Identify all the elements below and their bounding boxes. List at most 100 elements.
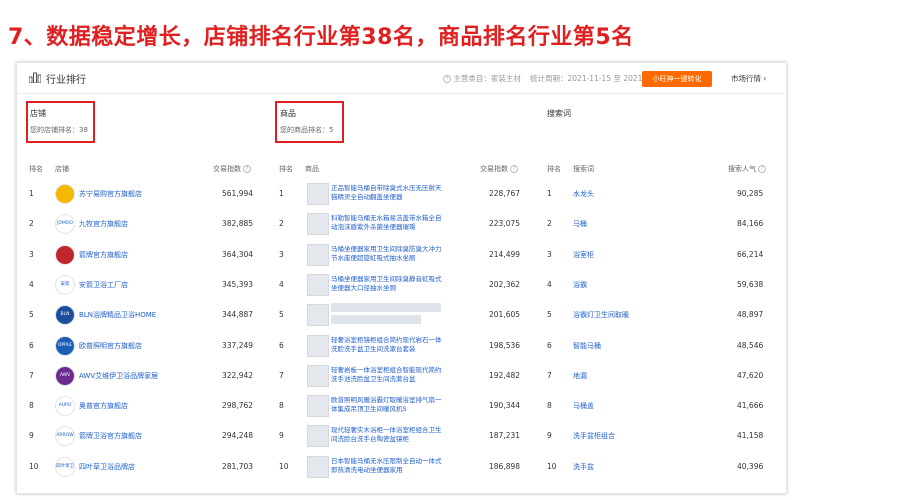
keyword-link[interactable]: 马桶 (573, 219, 587, 229)
search-rank: 4 (547, 279, 552, 289)
store-logo: BLN (55, 305, 75, 326)
store-name-link[interactable]: 欧普照明官方旗舰店 (79, 341, 142, 351)
search-rank: 5 (547, 310, 552, 320)
keyword-link[interactable]: 地漏 (573, 371, 587, 381)
keyword-link[interactable]: 水龙头 (573, 189, 594, 199)
keyword-link[interactable]: 浴霸灯卫生间取暖 (573, 310, 629, 320)
headline: 7、数据稳定增长，店铺排名行业第38名，商品排名行业第5名 (8, 25, 634, 50)
store-logo: OPPLE (55, 335, 75, 356)
store-trade-index: 561,994 (222, 189, 254, 198)
product-rank: 5 (279, 310, 284, 320)
store-rank-text: 您的店铺排名：38 (30, 126, 88, 134)
store-rank: 9 (29, 431, 34, 441)
product-name-link[interactable]: 正品智能马桶自带除臭式水压无压射天猫精灵全自动翻盖坐便器 (331, 184, 443, 202)
keyword-link[interactable]: 浴室柜 (573, 250, 594, 260)
panel-header: 行业排行 ? 主营类目：家装主材 统计周期：2021-11-15 至 2021-… (17, 63, 786, 94)
store-name-link[interactable]: 四叶草卫浴品牌店 (79, 462, 135, 472)
product-name-link[interactable]: 轻奢浴室柜镜柜组合简约现代岩石一体洗脸洗手盆卫生间洗漱台套装 (331, 336, 443, 354)
store-rank: 7 (29, 370, 34, 380)
bar-chart-icon (29, 72, 41, 83)
product-name-redacted (331, 315, 421, 325)
search-popularity: 48,546 (737, 340, 764, 350)
product-rank: 7 (279, 370, 284, 380)
product-trade-index: 187,231 (489, 431, 521, 441)
product-trade-index: 186,898 (489, 461, 521, 471)
store-name-link[interactable]: AWV艾维伊卫浴品牌家居 (79, 371, 158, 381)
store-trade-index: 298,762 (222, 401, 254, 411)
search-popularity: 41,666 (737, 401, 764, 411)
product-thumbnail[interactable] (307, 183, 329, 205)
search-popularity: 66,214 (737, 249, 764, 259)
keyword-link[interactable]: 智能马桶 (573, 341, 601, 351)
store-logo (55, 184, 75, 204)
store-name-link[interactable]: 苏宁易购官方旗舰店 (79, 189, 142, 199)
store-logo: AUPU (55, 396, 75, 417)
product-thumbnail[interactable] (307, 273, 329, 296)
store-trade-index: 344,887 (222, 310, 254, 320)
store-name-link[interactable]: 九牧官方旗舰店 (79, 219, 128, 229)
store-rank: 1 (29, 189, 34, 198)
store-name-link[interactable]: 奥普官方旗舰店 (79, 401, 128, 411)
store-trade-index: 345,393 (222, 279, 254, 289)
product-rank: 2 (279, 219, 284, 229)
product-thumbnail[interactable] (307, 395, 329, 418)
store-logo: ARROW (55, 426, 75, 447)
store-rank-header: 排名 (29, 165, 43, 173)
store-rank: 8 (29, 401, 34, 411)
table-row: 10 四叶草卫浴四叶草卫浴品牌店 281,703 10 日本智能马桶无水压限制全自动一体… (17, 451, 786, 481)
keyword-link[interactable]: 洗手盆 (573, 462, 594, 472)
store-trade-index: 294,248 (222, 431, 254, 441)
table-row: 1 苏宁易购官方旗舰店 561,994 1 正品智能马桶自带除臭式水压无压射天猫精灵全自… (17, 178, 786, 208)
product-rank-text: 您的商品排名：5 (280, 126, 334, 134)
store-name-link[interactable]: 安箭卫浴工厂店 (79, 280, 128, 290)
product-name-link[interactable]: 现代轻奢实木浴柜一体浴室柜组合卫生间洗脸台洗手台陶瓷盆镜柜 (331, 426, 443, 444)
table-row: 9 ARROW 箭牌卫浴官方旗舰店 294,248 9 现代轻奢实木浴柜一体浴室柜组合卫生… (17, 420, 786, 450)
product-name-link[interactable]: 马桶坐便器家用卫生间除臭防臭大冲力节水座便超旋虹吸式抽水坐厕 (331, 245, 443, 263)
search-rank: 6 (547, 340, 552, 350)
product-name-link[interactable]: 马桶坐便器家用卫生间除臭静音虹吸式坐便器大口径抽水坐厕 (331, 275, 443, 293)
store-name-link[interactable]: 箭牌官方旗舰店 (79, 250, 128, 260)
search-popularity: 48,897 (737, 310, 764, 320)
store-index-header[interactable]: 交易指数? (213, 164, 251, 174)
search-section-title: 搜索词 (547, 109, 571, 118)
table-row: 8 AUPU 奥普官方旗舰店 298,762 8 欧普照明风暖浴霸灯取暖浴室排气扇一体集成… (17, 390, 786, 420)
one-click-convert-button[interactable]: 小旺神一键转化 (642, 71, 712, 87)
product-name-link[interactable]: 日本智能马桶无水压限制全自动一体式即热清洗电动坐便器家用 (331, 457, 443, 475)
product-thumbnail[interactable] (307, 425, 329, 448)
product-rank: 9 (279, 431, 284, 441)
table-row: 4 安箭 安箭卫浴工厂店 345,393 4 马桶坐便器家用卫生间除臭静音虹吸式坐便器大口… (17, 269, 786, 299)
keyword-link[interactable]: 浴霸 (573, 280, 587, 290)
store-logo: 四叶草卫浴 (55, 456, 75, 477)
product-thumbnail[interactable] (307, 455, 329, 478)
product-rank: 3 (279, 249, 284, 259)
store-rank: 3 (29, 249, 34, 259)
search-rank: 1 (547, 189, 552, 198)
product-thumbnail[interactable] (307, 304, 329, 327)
product-name-link[interactable]: 轻奢岩板一体浴室柜组合智能现代简约洗手池洗脸盆卫生间洗漱台盆 (331, 366, 443, 384)
product-index-header[interactable]: 交易指数? (480, 164, 518, 174)
product-name-header: 商品 (305, 165, 319, 173)
keyword-header: 搜索词 (573, 165, 594, 173)
search-popularity: 90,285 (737, 189, 764, 198)
store-name-link[interactable]: BLN浴牌精品卫浴HOME (79, 310, 156, 320)
store-rank: 6 (29, 340, 34, 350)
help-icon: ? (758, 165, 766, 173)
product-trade-index: 214,499 (489, 249, 521, 259)
product-thumbnail[interactable] (307, 334, 329, 357)
store-name-header: 店铺 (55, 165, 69, 173)
product-name-link[interactable]: 科勒智能马桶无水箱易洁盖带水箱全自动泡沫盾紫外杀菌坐便器璀璨 (331, 214, 443, 232)
product-thumbnail[interactable] (307, 243, 329, 266)
market-trend-link[interactable]: 市场行情 › (731, 73, 766, 84)
store-rank: 4 (29, 279, 34, 289)
store-name-link[interactable]: 箭牌卫浴官方旗舰店 (79, 431, 142, 441)
product-thumbnail[interactable] (307, 213, 329, 236)
keyword-link[interactable]: 洗手盆柜组合 (573, 431, 615, 441)
search-index-header[interactable]: 搜索人气? (728, 164, 766, 174)
store-logo: AWV (55, 365, 75, 386)
product-thumbnail[interactable] (307, 364, 329, 387)
store-trade-index: 364,304 (222, 249, 254, 259)
product-trade-index: 198,536 (489, 340, 521, 350)
product-trade-index: 228,767 (489, 189, 521, 198)
keyword-link[interactable]: 马桶盖 (573, 401, 594, 411)
product-name-link[interactable]: 欧普照明风暖浴霸灯取暖浴室排气扇一体集成吊顶卫生间暖风机S (331, 396, 443, 414)
